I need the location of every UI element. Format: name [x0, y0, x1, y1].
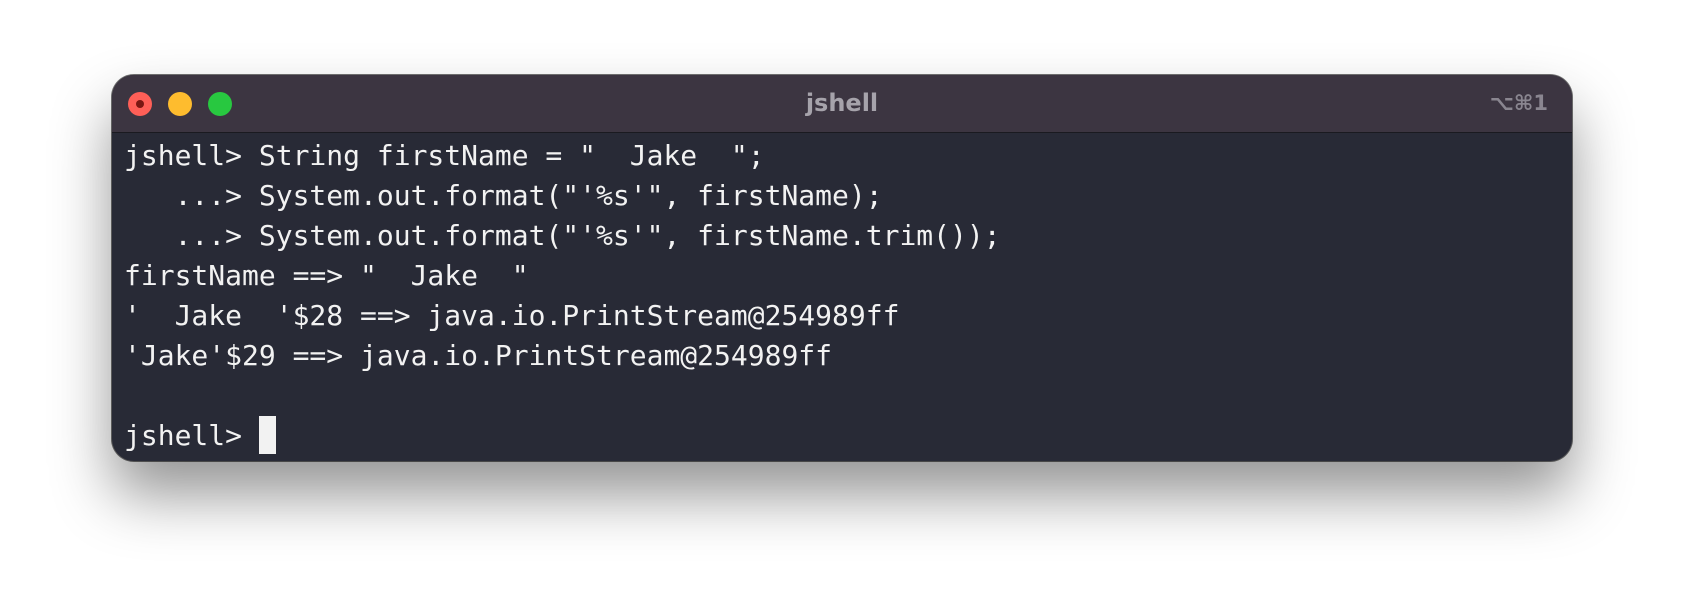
window-shortcut: ⌥⌘1 [1489, 91, 1548, 115]
text-cursor [258, 416, 276, 454]
terminal-line: ...> System.out.format("'%s'", firstName… [124, 219, 1001, 252]
window-title: jshell [805, 89, 879, 117]
terminal-line: ' Jake '$28 ==> java.io.PrintStream@2549… [124, 299, 900, 332]
title-bar[interactable]: jshell ⌥⌘1 [112, 75, 1572, 133]
terminal-line: 'Jake'$29 ==> java.io.PrintStream@254989… [124, 339, 833, 372]
shell-prompt: jshell> [124, 419, 259, 452]
prompt-line[interactable]: jshell> [124, 416, 1560, 456]
terminal-line: jshell> String firstName = " Jake "; [124, 139, 765, 172]
terminal-line: ...> System.out.format("'%s'", firstName… [124, 179, 883, 212]
terminal-output[interactable]: jshell> String firstName = " Jake "; ...… [124, 136, 1560, 461]
terminal-line: firstName ==> " Jake " [124, 259, 529, 292]
terminal-window: jshell ⌥⌘1 jshell> String firstName = " … [112, 75, 1572, 461]
